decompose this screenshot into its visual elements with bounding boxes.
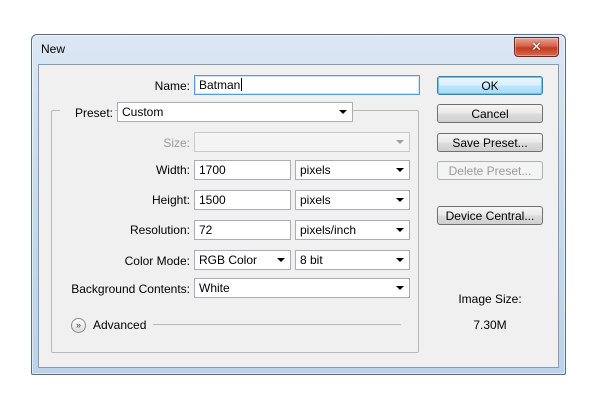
resolution-unit-value: pixels/inch — [300, 223, 357, 237]
text-caret — [241, 78, 243, 91]
image-size-value: 7.30M — [473, 318, 507, 332]
background-contents-select[interactable]: White — [194, 278, 410, 298]
advanced-divider — [153, 324, 401, 325]
device-central-button[interactable]: Device Central... — [437, 206, 543, 225]
width-unit-value: pixels — [300, 163, 331, 177]
width-input[interactable]: 1700 — [194, 160, 291, 180]
color-mode-value: RGB Color — [199, 253, 258, 267]
bit-depth-select[interactable]: 8 bit — [295, 250, 410, 270]
width-unit-select[interactable]: pixels — [295, 160, 410, 180]
title-bar[interactable]: New ✕ — [32, 35, 565, 63]
chevron-down-icon — [396, 286, 404, 290]
width-value: 1700 — [199, 163, 226, 177]
chevron-down-icon — [396, 258, 404, 262]
color-mode-label: Color Mode: — [124, 254, 190, 268]
preset-label: Preset: — [60, 106, 115, 120]
bit-depth-value: 8 bit — [300, 253, 323, 267]
image-size-label: Image Size: — [458, 292, 522, 306]
background-contents-value: White — [199, 281, 230, 295]
ok-button[interactable]: OK — [437, 76, 543, 95]
height-unit-select[interactable]: pixels — [295, 190, 410, 210]
height-input[interactable]: 1500 — [194, 190, 291, 210]
resolution-label: Resolution: — [129, 223, 190, 237]
chevron-down-icon — [396, 228, 404, 232]
resolution-value: 72 — [199, 223, 213, 237]
resolution-input[interactable]: 72 — [194, 220, 291, 240]
chevron-down-icon — [277, 258, 285, 262]
close-button[interactable]: ✕ — [514, 37, 559, 57]
chevron-down-icon — [396, 168, 404, 172]
resolution-unit-select[interactable]: pixels/inch — [295, 220, 410, 240]
close-icon: ✕ — [531, 39, 542, 54]
delete-preset-button[interactable]: Delete Preset... — [437, 161, 543, 180]
name-label: Name: — [154, 79, 190, 93]
dialog-title: New — [41, 42, 66, 56]
height-unit-value: pixels — [300, 193, 331, 207]
advanced-toggle-label[interactable]: Advanced — [93, 318, 146, 332]
width-label: Width: — [155, 163, 190, 177]
cancel-button[interactable]: Cancel — [437, 104, 543, 123]
preset-value: Custom — [122, 105, 164, 119]
chevron-down-icon — [396, 198, 404, 202]
chevron-down-icon — [339, 110, 347, 114]
save-preset-button[interactable]: Save Preset... — [437, 133, 543, 152]
chevron-double-down-icon[interactable]: » — [71, 318, 86, 333]
name-value: Batman — [199, 78, 241, 92]
height-value: 1500 — [199, 193, 226, 207]
size-label: Size: — [163, 136, 190, 150]
preset-select[interactable]: Custom — [117, 102, 353, 122]
height-label: Height: — [151, 193, 190, 207]
name-input[interactable]: Batman — [194, 75, 420, 95]
size-select[interactable] — [194, 132, 410, 152]
chevron-down-icon — [396, 140, 404, 144]
color-mode-select[interactable]: RGB Color — [194, 250, 291, 270]
background-contents-label: Background Contents: — [71, 282, 190, 296]
